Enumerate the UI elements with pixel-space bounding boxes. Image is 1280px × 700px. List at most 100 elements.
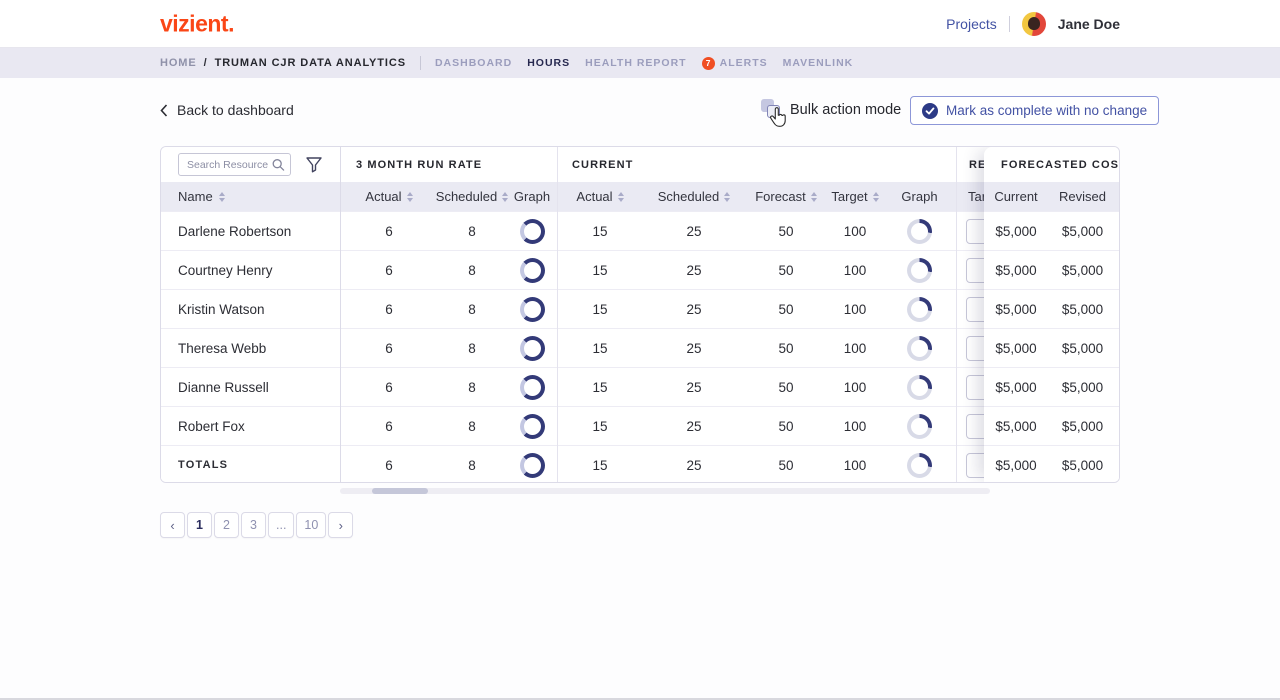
cell-cur_scheduled: 25: [686, 340, 702, 356]
donut-graph-current: [907, 218, 932, 244]
cell-cur_target: 100: [843, 457, 867, 473]
bulk-action-label: Bulk action mode: [790, 101, 902, 118]
cell-cur_target: 100: [843, 223, 867, 239]
totals-row-costs: $5,000 $5,000: [984, 445, 1119, 482]
breadcrumb-current: TRUMAN CJR DATA ANALYTICS: [214, 57, 406, 69]
cell-cost_revised: $5,000: [1061, 340, 1104, 356]
name-column-header[interactable]: Name: [161, 182, 340, 211]
table-row-costs: $5,000 $5,000: [984, 211, 1119, 250]
projects-link[interactable]: Projects: [946, 16, 997, 32]
tab-mavenlink[interactable]: MAVENLINK: [783, 57, 854, 69]
divider: [419, 56, 421, 70]
breadcrumb-home[interactable]: HOME: [160, 57, 197, 69]
sort-icon[interactable]: [218, 191, 225, 202]
donut-graph-run_rate: [519, 452, 545, 478]
sort-icon[interactable]: [617, 191, 624, 202]
group-forecasted-cost-label: FORECASTED COST: [1001, 158, 1120, 171]
cell-cur_target: 100: [843, 340, 867, 356]
table-row-values: 6 8 15 25 50 100: [341, 289, 1046, 328]
totals-row-name: TOTALS: [161, 445, 340, 482]
sort-icon[interactable]: [406, 191, 413, 202]
cell-cost_current: $5,000: [995, 379, 1037, 395]
pagination-next[interactable]: ›: [328, 512, 354, 538]
pagination-page-1[interactable]: 1: [187, 512, 212, 538]
horizontal-scrollbar-track[interactable]: [340, 488, 990, 494]
app-window: vizient. Projects Jane Doe HOME / TRUMAN…: [0, 0, 1280, 700]
col-header-cur_forecast[interactable]: Forecast: [745, 189, 827, 204]
donut-graph-current: [907, 296, 932, 322]
vizient-logo[interactable]: vizient.: [160, 10, 234, 37]
donut-graph-current: [907, 452, 932, 478]
search-icon: [272, 158, 285, 171]
pagination-page-2[interactable]: 2: [214, 512, 239, 538]
col-header-cur_scheduled[interactable]: Scheduled: [643, 189, 745, 204]
cell-cur_forecast: 50: [778, 301, 794, 317]
donut-graph-current: [907, 374, 932, 400]
tab-health-report[interactable]: HEALTH REPORT: [585, 57, 686, 69]
cell-cur_actual: 15: [592, 379, 608, 395]
row-name: Robert Fox: [161, 406, 340, 445]
cell-cost_current: $5,000: [995, 301, 1037, 317]
table-row-costs: $5,000 $5,000: [984, 250, 1119, 289]
pagination-ellipsis[interactable]: ...: [268, 512, 295, 538]
totals-row-values: 6 8 15 25 50 100: [341, 445, 1046, 482]
back-to-dashboard-link[interactable]: Back to dashboard: [160, 102, 294, 118]
mark-complete-label: Mark as complete with no change: [946, 103, 1148, 118]
cell-rr_actual: 6: [385, 223, 393, 239]
col-header-cur_target[interactable]: Target: [827, 189, 883, 204]
cell-rr_actual: 6: [385, 340, 393, 356]
cell-rr_actual: 6: [385, 418, 393, 434]
tab-alerts[interactable]: 7 ALERTS: [701, 56, 768, 70]
pagination-page-10[interactable]: 10: [296, 512, 327, 538]
donut-graph-run_rate: [519, 374, 545, 400]
cell-cost_current: $5,000: [995, 457, 1037, 473]
values-body: 6 8 15 25 50 100 6 8 15 25 50 100 6 8 15 25 50 100 6 8 15 25 5…: [341, 211, 1046, 482]
cell-cur_forecast: 50: [778, 418, 794, 434]
column-group-row: 3 MONTH RUN RATE CURRENT REVISED: [341, 147, 1046, 182]
sub-nav-bar: HOME / TRUMAN CJR DATA ANALYTICS DASHBOA…: [0, 48, 1280, 78]
cell-rr_actual: 6: [385, 457, 393, 473]
cell-cur_scheduled: 25: [686, 262, 702, 278]
cell-cur_scheduled: 25: [686, 457, 702, 473]
donut-graph-run_rate: [519, 296, 545, 322]
group-divider: [956, 147, 957, 482]
user-name: Jane Doe: [1057, 16, 1120, 32]
sort-icon[interactable]: [810, 191, 817, 202]
cell-cur_target: 100: [843, 262, 867, 278]
cell-cur_scheduled: 25: [686, 223, 702, 239]
cell-rr_scheduled: 8: [468, 457, 476, 473]
cell-rr_scheduled: 8: [468, 223, 476, 239]
bulk-action-checkbox-icon[interactable]: [761, 99, 782, 120]
pagination-page-3[interactable]: 3: [241, 512, 266, 538]
bulk-action-mode: Bulk action mode ?: [761, 99, 926, 120]
cell-cost_revised: $5,000: [1061, 262, 1104, 278]
donut-graph-current: [907, 335, 932, 361]
name-column-pane: Name Darlene RobertsonCourtney HenryKris…: [161, 147, 341, 482]
tab-hours[interactable]: HOURS: [527, 57, 570, 69]
cell-cost_current: $5,000: [995, 418, 1037, 434]
row-name: Kristin Watson: [161, 289, 340, 328]
pagination-prev[interactable]: ‹: [160, 512, 185, 538]
donut-graph-current: [907, 257, 932, 283]
cell-cost_revised: $5,000: [1061, 223, 1104, 239]
group-divider: [557, 147, 558, 482]
avatar[interactable]: [1021, 12, 1046, 36]
resources-table: Name Darlene RobertsonCourtney HenryKris…: [160, 146, 1120, 483]
name-header-label: Name: [178, 189, 213, 204]
filter-icon[interactable]: [305, 156, 323, 174]
sort-icon[interactable]: [872, 191, 879, 202]
cell-cur_forecast: 50: [778, 262, 794, 278]
col-header-cur_actual[interactable]: Actual: [557, 189, 643, 204]
mark-complete-button[interactable]: Mark as complete with no change: [910, 96, 1160, 125]
sort-icon[interactable]: [724, 191, 731, 202]
horizontal-scrollbar-thumb[interactable]: [372, 488, 428, 494]
col-header-rr_actual[interactable]: Actual: [341, 189, 437, 204]
cell-cur_actual: 15: [592, 301, 608, 317]
table-row-costs: $5,000 $5,000: [984, 328, 1119, 367]
divider: [1008, 16, 1010, 32]
cell-cost_current: $5,000: [995, 340, 1037, 356]
tab-dashboard[interactable]: DASHBOARD: [435, 57, 512, 69]
col-header-rr_scheduled[interactable]: Scheduled: [436, 189, 509, 204]
cell-cost_revised: $5,000: [1061, 418, 1104, 434]
row-name: Courtney Henry: [161, 250, 340, 289]
